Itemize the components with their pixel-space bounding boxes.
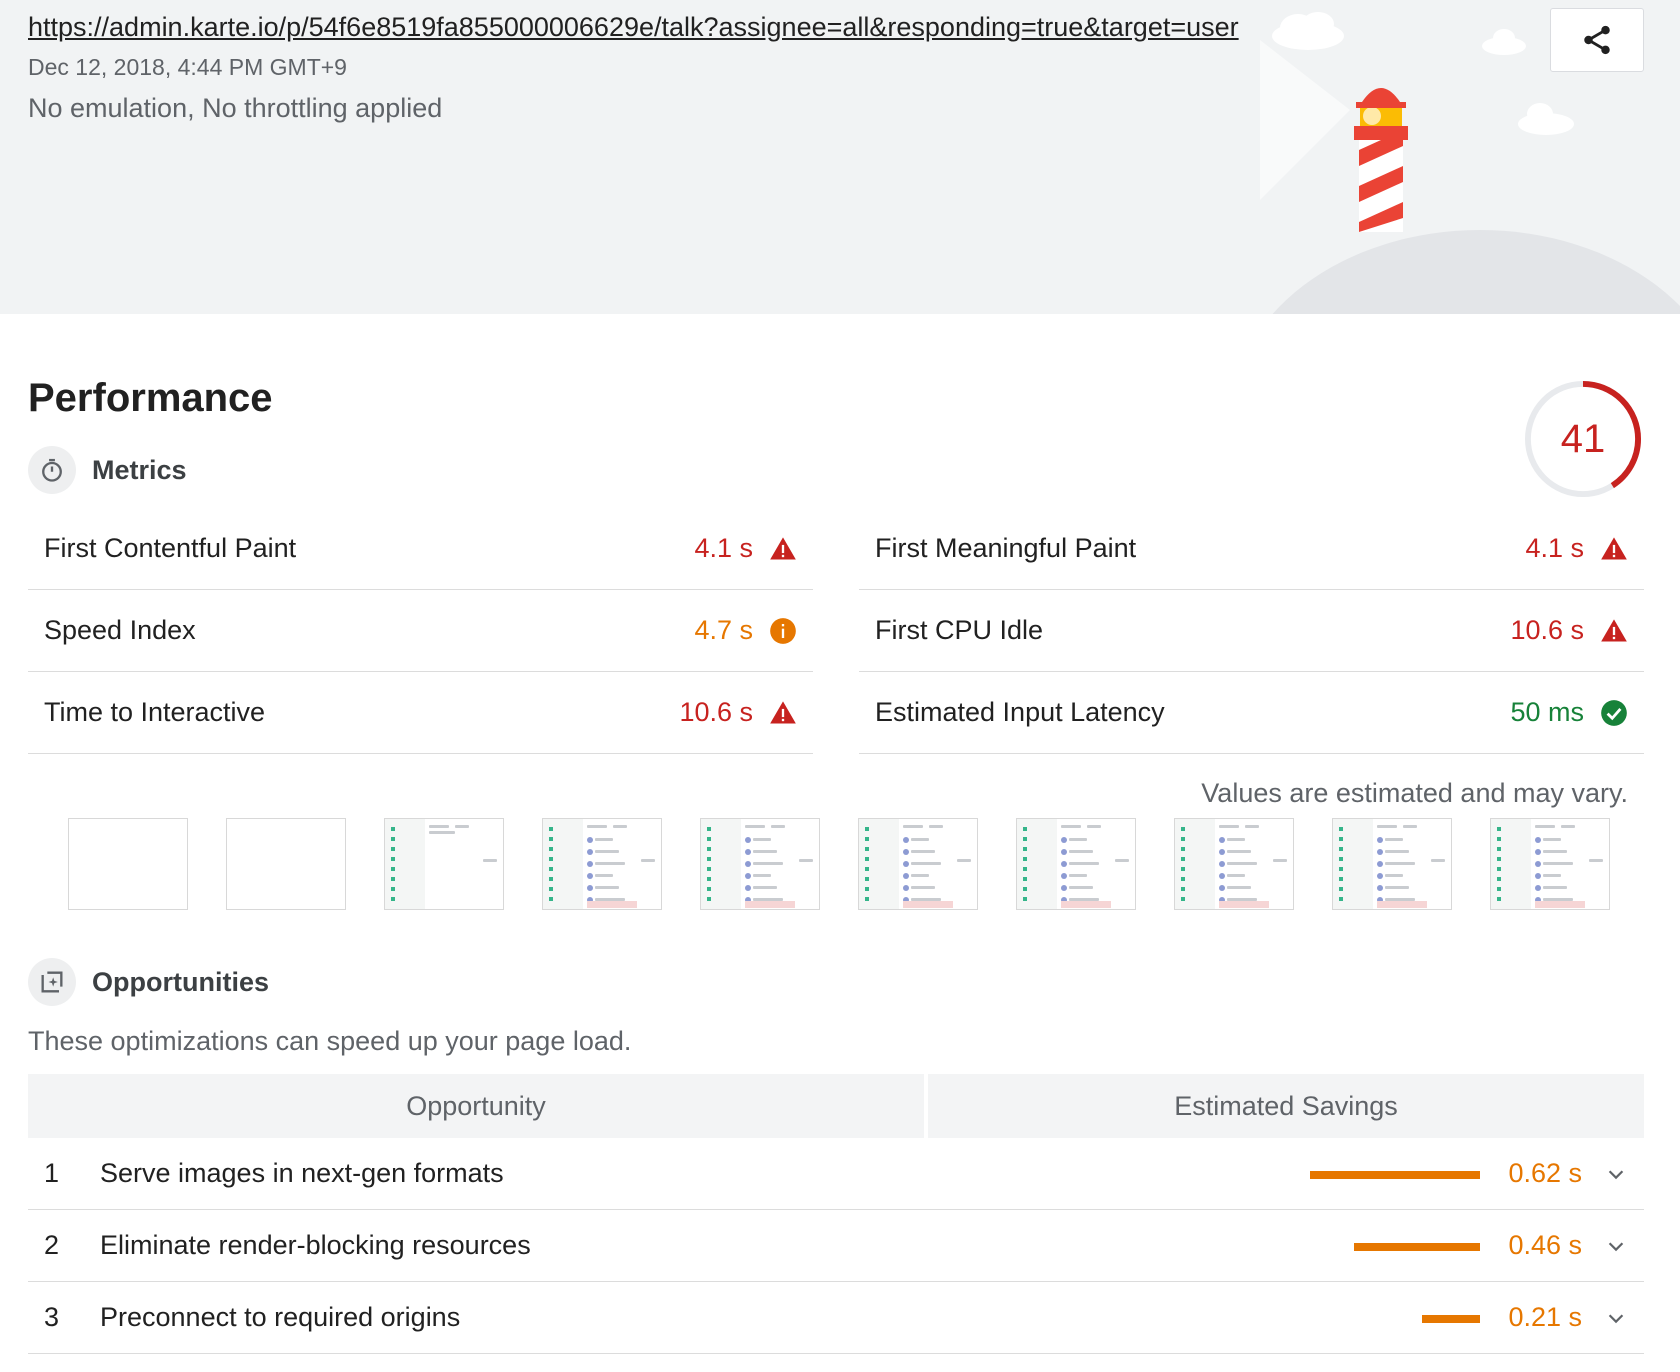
opportunities-header: Opportunities xyxy=(28,958,269,1006)
metric-first-cpu-idle: First CPU Idle 10.6 s xyxy=(859,590,1644,672)
metric-label: First Contentful Paint xyxy=(44,533,297,563)
filmstrip-frame xyxy=(1174,818,1294,910)
metric-label: Speed Index xyxy=(44,615,196,645)
filmstrip-frame xyxy=(700,818,820,910)
chevron-down-icon[interactable] xyxy=(1604,1234,1628,1258)
metric-speed-index: Speed Index 4.7 s xyxy=(28,590,813,672)
savings-bar xyxy=(1354,1243,1480,1251)
metric-first-meaningful-paint: First Meaningful Paint 4.1 s xyxy=(859,508,1644,590)
metric-label: First Meaningful Paint xyxy=(875,533,1137,563)
metrics-grid: First Contentful Paint 4.1 s First Meani… xyxy=(28,508,1644,754)
report-url-link[interactable]: https://admin.karte.io/p/54f6e8519fa8550… xyxy=(28,12,1239,43)
metrics-header: Metrics xyxy=(28,446,187,494)
opportunity-number: 2 xyxy=(44,1230,60,1260)
metric-time-to-interactive: Time to Interactive 10.6 s xyxy=(28,672,813,754)
stopwatch-icon xyxy=(28,446,76,494)
column-header-opportunity: Opportunity xyxy=(28,1074,924,1138)
metric-label: Time to Interactive xyxy=(44,697,266,727)
filmstrip-frame xyxy=(384,818,504,910)
metric-value: 10.6 s xyxy=(1510,615,1584,645)
opportunities-description: These optimizations can speed up your pa… xyxy=(28,1026,632,1056)
metric-value: 4.7 s xyxy=(694,615,753,645)
chevron-down-icon[interactable] xyxy=(1604,1306,1628,1330)
savings-value: 0.62 s xyxy=(1508,1158,1582,1188)
warning-triangle-icon xyxy=(769,699,797,727)
metrics-estimate-note: Values are estimated and may vary. xyxy=(1201,778,1628,808)
opportunities-table: Opportunity Estimated Savings 1 Serve ima… xyxy=(28,1074,1644,1354)
metric-value: 10.6 s xyxy=(679,697,753,727)
savings-value: 0.46 s xyxy=(1508,1230,1582,1260)
column-header-savings: Estimated Savings xyxy=(928,1074,1644,1138)
filmstrip-frame xyxy=(1016,818,1136,910)
savings-value: 0.21 s xyxy=(1508,1302,1582,1332)
share-icon xyxy=(1584,25,1610,55)
report-environment: No emulation, No throttling applied xyxy=(28,93,443,123)
opportunity-row[interactable]: 3 Preconnect to required origins 0.21 s xyxy=(28,1282,1644,1354)
metric-value: 4.1 s xyxy=(1525,533,1584,563)
metric-estimated-input-latency: Estimated Input Latency 50 ms xyxy=(859,672,1644,754)
filmstrip-frame xyxy=(68,818,188,910)
filmstrip xyxy=(68,818,1648,910)
metric-label: First CPU Idle xyxy=(875,615,1044,645)
metric-label: Estimated Input Latency xyxy=(875,697,1165,727)
savings-bar xyxy=(1422,1315,1480,1323)
filmstrip-frame xyxy=(226,818,346,910)
report-header: https://admin.karte.io/p/54f6e8519fa8550… xyxy=(0,0,1680,314)
opportunity-number: 1 xyxy=(44,1158,60,1188)
metrics-title: Metrics xyxy=(92,454,187,485)
info-circle-icon xyxy=(769,617,797,645)
opportunity-title: Preconnect to required origins xyxy=(100,1302,461,1332)
filmstrip-frame xyxy=(1332,818,1452,910)
opportunities-title: Opportunities xyxy=(92,966,269,997)
opportunity-icon xyxy=(28,958,76,1006)
opportunity-row[interactable]: 2 Eliminate render-blocking resources 0.46… xyxy=(28,1210,1644,1282)
filmstrip-frame xyxy=(858,818,978,910)
metric-first-contentful-paint: First Contentful Paint 4.1 s xyxy=(28,508,813,590)
savings-bar xyxy=(1310,1171,1480,1179)
metric-value: 4.1 s xyxy=(694,533,753,563)
filmstrip-frame xyxy=(1490,818,1610,910)
warning-triangle-icon xyxy=(1600,535,1628,563)
category-title: Performance xyxy=(28,376,273,420)
opportunities-table-header: Opportunity Estimated Savings xyxy=(28,1074,1644,1138)
share-button[interactable] xyxy=(1550,8,1644,72)
check-circle-icon xyxy=(1600,699,1628,727)
chevron-down-icon[interactable] xyxy=(1604,1162,1628,1186)
filmstrip-frame xyxy=(542,818,662,910)
warning-triangle-icon xyxy=(769,535,797,563)
score-value: 41 xyxy=(1560,416,1606,461)
report-date: Dec 12, 2018, 4:44 PM GMT+9 xyxy=(28,54,347,80)
metric-value: 50 ms xyxy=(1510,697,1584,727)
warning-triangle-icon xyxy=(1600,617,1628,645)
opportunity-number: 3 xyxy=(44,1302,60,1332)
opportunity-row[interactable]: 1 Serve images in next-gen formats 0.62 s xyxy=(28,1138,1644,1210)
